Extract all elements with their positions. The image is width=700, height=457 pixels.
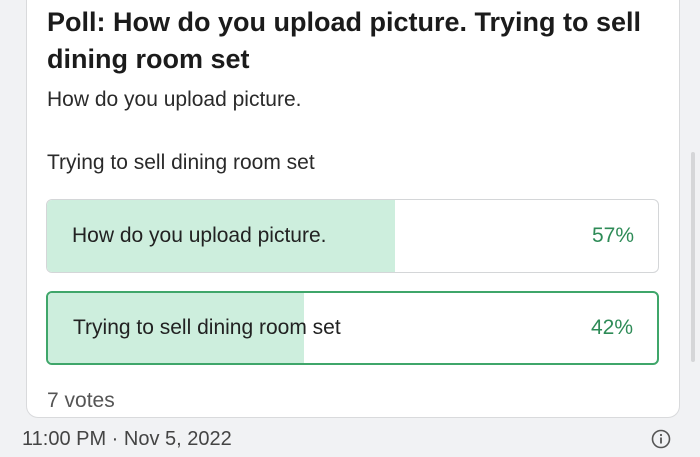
poll-title: Poll: How do you upload picture. Trying … (47, 7, 642, 74)
post-timestamp: 11:00 PM · Nov 5, 2022 (22, 428, 232, 450)
poll-option-1-percent: 57% (591, 224, 634, 247)
poll-option-2-percent: 42% (590, 316, 633, 339)
poll-option-2-selected[interactable]: Trying to sell dining room set 42% (46, 291, 659, 365)
poll-description-line-1: How do you upload picture. (47, 88, 302, 111)
poll-option-1-label: How do you upload picture. (72, 224, 327, 247)
poll-option-1[interactable]: How do you upload picture. 57% (46, 199, 659, 273)
vote-count: 7 votes (47, 389, 115, 412)
poll-card: Poll: How do you upload picture. Trying … (26, 0, 695, 418)
poll-description-line-2: Trying to sell dining room set (47, 151, 315, 174)
info-icon[interactable] (651, 429, 671, 449)
poll-option-2-label: Trying to sell dining room set (73, 316, 341, 339)
scrollbar[interactable] (691, 152, 695, 362)
